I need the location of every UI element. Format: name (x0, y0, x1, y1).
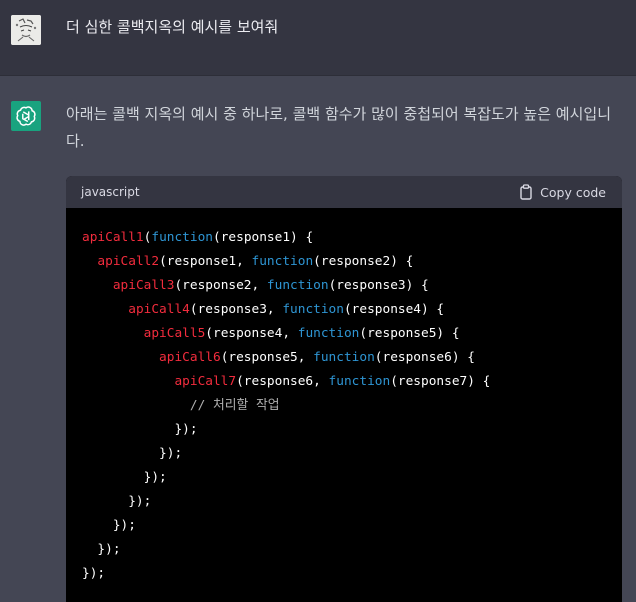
code-token: // 처리할 작업 (189, 398, 280, 413)
code-line: apiCall2(response1, function(response2) … (82, 250, 622, 274)
code-token: (response6) { (374, 350, 475, 365)
bot-avatar (11, 101, 41, 131)
code-token: (response2) { (313, 254, 414, 269)
code-token: }); (82, 566, 106, 581)
code-token: }); (82, 470, 167, 485)
code-language-label: javascript (81, 185, 140, 199)
clipboard-icon (520, 184, 532, 200)
code-token: (response5) { (359, 326, 460, 341)
code-token: function (266, 278, 329, 293)
code-token: }); (82, 494, 152, 509)
code-token: apiCall5 (143, 326, 206, 341)
code-token: function (151, 230, 213, 245)
code-token: (response5, (220, 350, 314, 365)
code-token: (response7) { (390, 374, 491, 389)
code-token: }); (82, 446, 183, 461)
code-token: }); (82, 518, 136, 533)
user-message-text: 더 심한 콜백지옥의 예시를 보여줘 (66, 18, 279, 36)
code-token: (response2, (174, 278, 267, 293)
assistant-message-row: 아래는 콜백 지옥의 예시 중 하나로, 콜백 함수가 많이 중첩되어 복잡도가… (0, 76, 636, 602)
code-line: // 처리할 작업 (82, 394, 622, 418)
code-token: (response3) { (328, 278, 429, 293)
assistant-message-text: 아래는 콜백 지옥의 예시 중 하나로, 콜백 함수가 많이 중첩되어 복잡도가… (66, 105, 611, 150)
code-token: apiCall4 (128, 302, 190, 317)
code-line: apiCall3(response2, function(response3) … (82, 274, 622, 298)
code-token: function (282, 302, 344, 317)
code-token: apiCall3 (112, 278, 175, 293)
code-token: (response3, (189, 302, 283, 317)
code-line: }); (82, 442, 622, 466)
code-token: (response4) { (343, 302, 445, 317)
user-avatar-image (11, 15, 41, 45)
code-line: apiCall1(function(response1) { (82, 226, 622, 250)
code-line: }); (82, 466, 622, 490)
code-token: function (297, 326, 360, 341)
code-line: apiCall7(response6, function(response7) … (82, 370, 622, 394)
code-line: }); (82, 418, 622, 442)
copy-code-button[interactable]: Copy code (519, 176, 606, 208)
code-token: apiCall2 (97, 254, 160, 269)
code-token: }); (82, 542, 121, 557)
user-message-row: 더 심한 콜백지옥의 예시를 보여줘 (0, 0, 636, 76)
code-line: apiCall4(response3, function(response4) … (82, 298, 622, 322)
code-token: (response4, (205, 326, 298, 341)
code-line: }); (82, 514, 622, 538)
code-block: javascript Copy code apiCall1(function(r… (66, 176, 622, 602)
user-avatar (11, 15, 41, 45)
code-token: (response1, (159, 254, 252, 269)
code-line: apiCall5(response4, function(response5) … (82, 322, 622, 346)
code-token: function (251, 254, 314, 269)
openai-logo-icon (16, 106, 36, 126)
code-token: apiCall6 (159, 350, 221, 365)
code-token: apiCall1 (82, 230, 144, 245)
code-line: }); (82, 562, 622, 586)
code-token: apiCall7 (174, 374, 237, 389)
code-token: }); (82, 422, 198, 437)
code-line: apiCall6(response5, function(response6) … (82, 346, 622, 370)
code-line: }); (82, 490, 622, 514)
code-block-header: javascript Copy code (66, 176, 622, 208)
code-content: apiCall1(function(response1) { apiCall2(… (66, 208, 622, 586)
code-token: (response1) { (213, 230, 314, 245)
code-token: function (313, 350, 375, 365)
code-token: (response6, (236, 374, 329, 389)
code-token: function (328, 374, 391, 389)
code-line: }); (82, 538, 622, 562)
copy-code-label: Copy code (540, 184, 606, 200)
